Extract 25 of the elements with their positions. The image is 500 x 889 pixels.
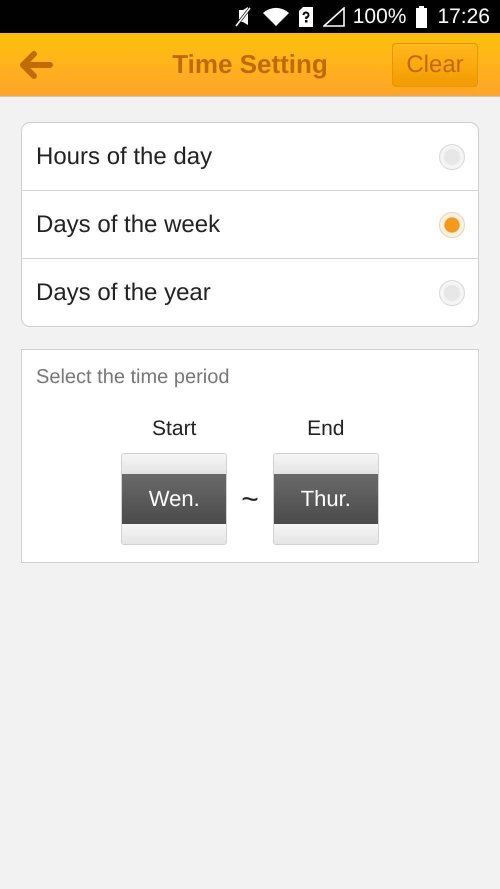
option-label: Hours of the day: [36, 142, 212, 170]
radio-button[interactable]: [439, 280, 465, 306]
back-arrow-icon: [18, 50, 54, 78]
option-row[interactable]: Days of the week: [22, 190, 478, 258]
option-label: Days of the year: [36, 278, 211, 306]
signal-icon: [322, 6, 345, 26]
sim-card-icon: [298, 6, 313, 26]
option-row[interactable]: Hours of the day: [22, 123, 478, 190]
day-picker[interactable]: Wen.: [121, 453, 228, 545]
mute-icon: [232, 6, 253, 28]
radio-button[interactable]: [439, 144, 465, 170]
clock-time: 17:26: [437, 4, 490, 28]
period-prompt: Select the time period: [36, 366, 230, 389]
wifi-icon: [262, 6, 289, 26]
back-button[interactable]: [18, 50, 54, 78]
option-row[interactable]: Days of the year: [22, 258, 478, 326]
battery-percent: 100%: [352, 4, 406, 28]
battery-icon: [416, 6, 428, 28]
screen-title: Time Setting: [172, 49, 328, 80]
picker-label: Start: [152, 417, 196, 441]
radio-button[interactable]: [439, 212, 465, 238]
day-picker[interactable]: Thur.: [272, 453, 379, 545]
picker-label: End: [307, 417, 344, 441]
range-separator: ~: [241, 483, 259, 517]
option-label: Days of the week: [36, 210, 220, 238]
